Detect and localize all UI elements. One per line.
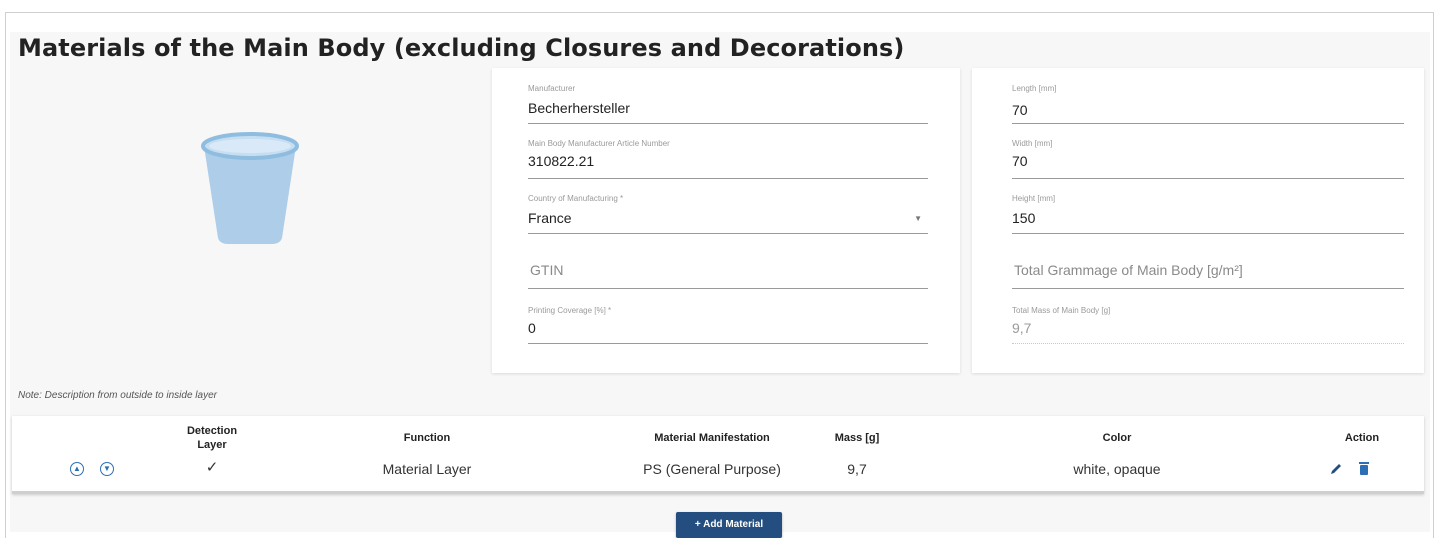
dimensions-card: Length [mm] 70 Width [mm] 70 Height [mm]… (972, 68, 1424, 373)
printing-coverage-field[interactable]: Printing Coverage [%] * 0 (528, 298, 928, 344)
arrow-down-circle-icon[interactable]: ▼ (100, 462, 114, 476)
height-label: Height [mm] (1012, 194, 1056, 203)
total-mass-value: 9,7 (1012, 320, 1032, 336)
length-label: Length [mm] (1012, 84, 1057, 93)
length-value: 70 (1012, 102, 1028, 118)
section-title: Materials of the Main Body (excluding Cl… (18, 34, 905, 62)
gtin-input[interactable]: GTIN (528, 246, 928, 289)
width-label: Width [mm] (1012, 139, 1053, 148)
header-mass: Mass [g] (834, 432, 880, 444)
article-number-value: 310822.21 (528, 153, 595, 169)
country-value: France (528, 210, 572, 226)
add-material-button[interactable]: + Add Material (676, 512, 782, 538)
width-value: 70 (1012, 153, 1028, 169)
header-action: Action (1344, 432, 1380, 444)
country-select[interactable]: Country of Manufacturing * France ▼ (528, 188, 928, 234)
materials-table: Detection Layer Function Material Manife… (12, 416, 1424, 494)
header-detection-line1: Detection (186, 425, 238, 437)
manufacturer-value: Becherhersteller (528, 100, 630, 116)
cell-material-manifestation: PS (General Purpose) (643, 461, 781, 477)
cell-function: Material Layer (382, 461, 472, 477)
layer-note: Note: Description from outside to inside… (18, 390, 217, 401)
main-body-info-card: Manufacturer Becherhersteller Main Body … (492, 68, 960, 373)
height-field[interactable]: Height [mm] 150 (1012, 188, 1404, 234)
height-value: 150 (1012, 210, 1036, 226)
total-mass-field: Total Mass of Main Body [g] 9,7 (1012, 298, 1404, 344)
cell-mass: 9,7 (847, 461, 867, 477)
grammage-placeholder: Total Grammage of Main Body [g/m²] (1014, 262, 1243, 278)
article-number-field[interactable]: Main Body Manufacturer Article Number 31… (528, 133, 928, 179)
gtin-placeholder: GTIN (530, 262, 564, 278)
header-function: Function (403, 432, 451, 444)
trash-icon[interactable] (1358, 461, 1370, 476)
grammage-input[interactable]: Total Grammage of Main Body [g/m²] (1012, 246, 1404, 289)
detection-layer-check: ✓ (205, 459, 219, 476)
printing-coverage-label: Printing Coverage [%] * (528, 306, 612, 315)
arrow-up-circle-icon[interactable]: ▲ (70, 462, 84, 476)
total-mass-label: Total Mass of Main Body [g] (1012, 306, 1111, 315)
header-detection-line2: Layer (197, 439, 227, 451)
manufacturer-field[interactable]: Manufacturer Becherhersteller (528, 80, 928, 124)
pencil-icon[interactable] (1329, 462, 1343, 476)
printing-coverage-value: 0 (528, 320, 536, 336)
header-detection-layer: Detection Layer (162, 424, 262, 452)
manufacturer-label: Manufacturer (528, 84, 576, 93)
cup-icon (201, 132, 299, 244)
country-label: Country of Manufacturing * (528, 194, 624, 203)
width-field[interactable]: Width [mm] 70 (1012, 133, 1404, 179)
cell-color: white, opaque (1073, 461, 1161, 477)
header-material-manifestation: Material Manifestation (654, 432, 770, 444)
header-color: Color (1102, 432, 1132, 444)
length-field[interactable]: Length [mm] 70 (1012, 80, 1404, 124)
article-number-label: Main Body Manufacturer Article Number (528, 139, 670, 148)
caret-down-icon[interactable]: ▼ (914, 214, 922, 223)
